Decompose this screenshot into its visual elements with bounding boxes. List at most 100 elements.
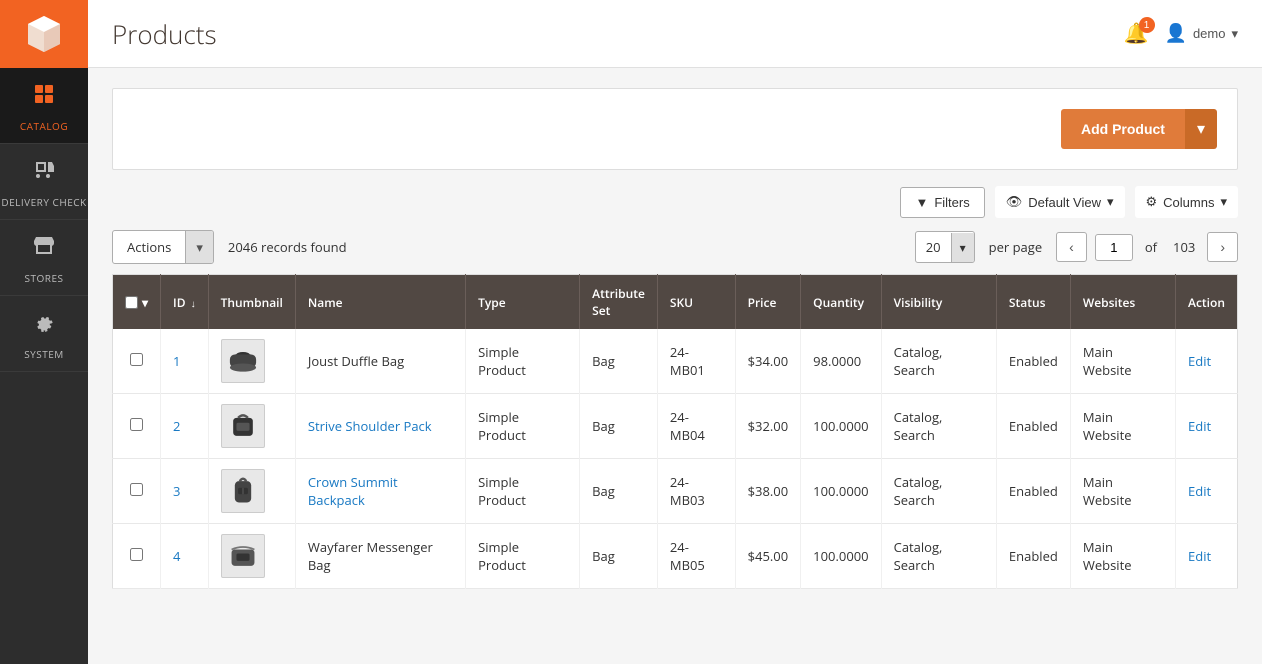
- row-quantity: 98.0000: [801, 329, 881, 394]
- page-number-input[interactable]: [1095, 234, 1133, 261]
- row-checkbox-cell: [113, 459, 161, 524]
- row-thumbnail: [208, 524, 295, 589]
- products-table: ▾ ID ↓ Thumbnail Name Type AttributeSet …: [112, 274, 1238, 589]
- notifications-button[interactable]: 🔔 1: [1124, 21, 1149, 46]
- filters-toolbar: ▼ Filters 👁 Default View ▾ ⚙ Columns ▾: [112, 186, 1238, 218]
- row-name-text: Joust Duffle Bag: [308, 352, 404, 370]
- th-visibility[interactable]: Visibility: [881, 275, 996, 330]
- row-quantity-value: 98.0000: [813, 352, 861, 370]
- status-badge: Enabled: [1009, 352, 1058, 370]
- sidebar-item-system[interactable]: SYSTEM: [0, 296, 88, 372]
- th-price[interactable]: Price: [735, 275, 801, 330]
- status-badge: Enabled: [1009, 547, 1058, 565]
- row-name-text: Wayfarer Messenger Bag: [308, 538, 433, 574]
- row-checkbox[interactable]: [130, 353, 143, 366]
- row-attribute-set-value: Bag: [592, 417, 615, 435]
- per-page-arrow-icon: ▾: [951, 233, 974, 262]
- logo[interactable]: [0, 0, 88, 68]
- th-attribute-set[interactable]: AttributeSet: [580, 275, 658, 330]
- columns-chevron-icon: ▾: [1220, 194, 1227, 210]
- row-type-value: Simple Product: [478, 473, 526, 509]
- row-type: Simple Product: [466, 329, 580, 394]
- id-col-label: ID: [173, 294, 185, 311]
- th-websites[interactable]: Websites: [1070, 275, 1175, 330]
- row-checkbox[interactable]: [130, 483, 143, 496]
- row-sku-value: 24-MB04: [670, 408, 705, 444]
- row-name-link[interactable]: Crown Summit Backpack: [308, 473, 398, 509]
- row-visibility: Catalog, Search: [881, 459, 996, 524]
- row-sku: 24-MB05: [657, 524, 735, 589]
- product-thumbnail: [221, 339, 265, 383]
- actions-dropdown[interactable]: Actions ▾: [112, 230, 214, 264]
- th-sku[interactable]: SKU: [657, 275, 735, 330]
- row-checkbox-cell: [113, 394, 161, 459]
- select-all-checkbox[interactable]: [125, 296, 138, 309]
- user-icon: 👤: [1165, 23, 1187, 44]
- row-thumbnail: [208, 329, 295, 394]
- sidebar-item-catalog[interactable]: CATALOG: [0, 68, 88, 144]
- page-header: Products 🔔 1 👤 demo ▾: [88, 0, 1262, 68]
- table-row: 3 Crown Summit Backpack Simple Product B…: [113, 459, 1238, 524]
- row-websites: Main Website: [1070, 524, 1175, 589]
- row-attribute-set: Bag: [580, 329, 658, 394]
- row-visibility-value: Catalog, Search: [894, 473, 943, 509]
- row-price-value: $32.00: [748, 417, 789, 435]
- th-name[interactable]: Name: [295, 275, 465, 330]
- filter-icon: ▼: [915, 195, 928, 210]
- row-id: 1: [161, 329, 209, 394]
- default-view-button[interactable]: 👁 Default View ▾: [995, 186, 1125, 218]
- gear-icon: ⚙: [1146, 194, 1158, 210]
- row-name-link[interactable]: Strive Shoulder Pack: [308, 417, 432, 435]
- row-edit-link[interactable]: Edit: [1188, 547, 1211, 565]
- row-quantity: 100.0000: [801, 524, 881, 589]
- per-page-select[interactable]: 20 ▾: [915, 231, 975, 263]
- row-status: Enabled: [996, 329, 1070, 394]
- row-websites: Main Website: [1070, 329, 1175, 394]
- row-price: $34.00: [735, 329, 801, 394]
- row-edit-link[interactable]: Edit: [1188, 352, 1211, 370]
- add-product-dropdown-button[interactable]: ▾: [1185, 109, 1217, 149]
- th-status[interactable]: Status: [996, 275, 1070, 330]
- row-name: Strive Shoulder Pack: [295, 394, 465, 459]
- row-attribute-set: Bag: [580, 459, 658, 524]
- table-row: 2 Strive Shoulder Pack Simple Product Ba…: [113, 394, 1238, 459]
- notification-badge: 1: [1139, 17, 1155, 33]
- dropdown-arrow-icon: ▾: [1197, 119, 1205, 139]
- product-thumbnail: [221, 534, 265, 578]
- row-id-link[interactable]: 4: [173, 547, 180, 565]
- columns-button[interactable]: ⚙ Columns ▾: [1135, 186, 1238, 218]
- th-quantity[interactable]: Quantity: [801, 275, 881, 330]
- row-edit-link[interactable]: Edit: [1188, 417, 1211, 435]
- actions-right: 20 ▾ per page ‹ of 103 ›: [915, 231, 1238, 263]
- sidebar-item-delivery[interactable]: DELIVERY CHECK: [0, 144, 88, 220]
- pagination-next-button[interactable]: ›: [1207, 232, 1238, 262]
- user-menu-button[interactable]: 👤 demo ▾: [1165, 23, 1238, 44]
- row-id-link[interactable]: 2: [173, 417, 180, 435]
- row-visibility: Catalog, Search: [881, 329, 996, 394]
- row-id-link[interactable]: 3: [173, 482, 180, 500]
- main-content: Products 🔔 1 👤 demo ▾ Add Product: [88, 0, 1262, 664]
- add-product-button-group: Add Product ▾: [1061, 109, 1217, 149]
- row-quantity-value: 100.0000: [813, 547, 868, 565]
- actions-left: Actions ▾ 2046 records found: [112, 230, 347, 264]
- filters-button[interactable]: ▼ Filters: [900, 187, 984, 218]
- add-product-button[interactable]: Add Product: [1061, 109, 1185, 149]
- per-page-value: 20: [916, 232, 951, 262]
- select-all-checkbox-group[interactable]: ▾: [125, 294, 148, 311]
- pagination-prev-button[interactable]: ‹: [1056, 232, 1087, 262]
- sidebar-item-stores[interactable]: STORES: [0, 220, 88, 296]
- status-badge: Enabled: [1009, 482, 1058, 500]
- row-checkbox[interactable]: [130, 418, 143, 431]
- row-id-link[interactable]: 1: [173, 352, 180, 370]
- th-type[interactable]: Type: [466, 275, 580, 330]
- th-id[interactable]: ID ↓: [161, 275, 209, 330]
- row-checkbox[interactable]: [130, 548, 143, 561]
- row-edit-link[interactable]: Edit: [1188, 482, 1211, 500]
- row-websites: Main Website: [1070, 459, 1175, 524]
- row-price-value: $45.00: [748, 547, 789, 565]
- select-all-chevron-icon: ▾: [142, 294, 148, 311]
- row-type-value: Simple Product: [478, 343, 526, 379]
- total-pages: 103: [1173, 238, 1195, 256]
- row-name: Wayfarer Messenger Bag: [295, 524, 465, 589]
- user-label: demo: [1193, 26, 1226, 41]
